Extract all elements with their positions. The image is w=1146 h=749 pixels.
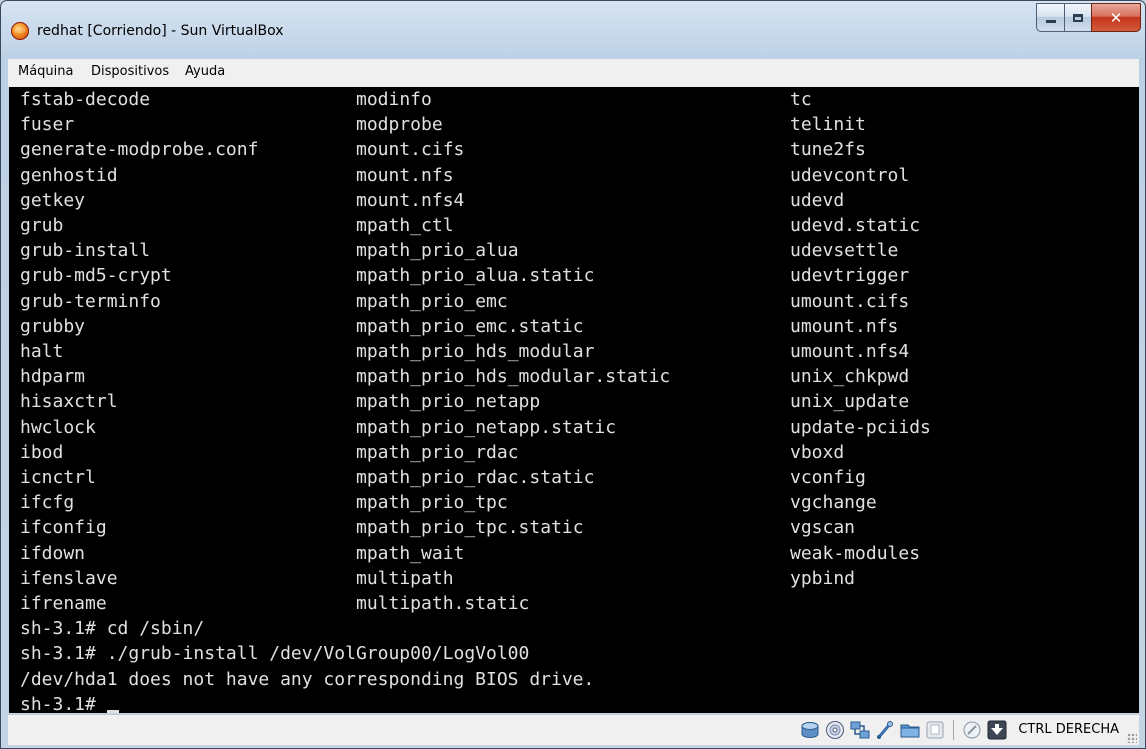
terminal-list-entry: ifdown <box>20 542 86 564</box>
terminal-list-entry: genhostid <box>20 164 118 186</box>
terminal-list-entry: vboxd <box>790 441 845 463</box>
status-separator <box>953 720 954 740</box>
menu-ayuda[interactable]: Ayuda <box>185 64 225 79</box>
terminal-list-entry: getkey <box>20 189 86 211</box>
terminal-list-entry: icnctrl <box>20 467 96 488</box>
terminal-list-entry: hwclock <box>20 416 96 438</box>
maximize-icon <box>1073 13 1083 22</box>
terminal-list-entry: multipath <box>356 567 454 589</box>
terminal-list-entry: multipath.static <box>356 593 530 614</box>
terminal-list-entry: tune2fs <box>790 139 866 161</box>
terminal-list-entry: mpath_prio_hds_modular.static <box>356 366 671 388</box>
terminal-list-entry: ifrename <box>20 593 107 614</box>
terminal-list-entry: mpath_prio_rdac <box>356 441 519 463</box>
terminal-list-entry: ifcfg <box>20 492 75 514</box>
terminal-list-entry: mpath_prio_emc.static <box>356 315 584 337</box>
terminal-list-entry: grub-terminfo <box>20 290 161 312</box>
terminal-list-entry: ibod <box>20 441 64 463</box>
terminal-list-entry: mpath_prio_tpc.static <box>356 517 584 539</box>
usb-icon[interactable] <box>875 720 895 740</box>
window-controls: ✕ <box>1036 3 1141 32</box>
terminal-list-entry: mpath_prio_alua <box>356 240 519 262</box>
hard-disk-icon[interactable] <box>800 720 820 740</box>
terminal-list-entry: mpath_prio_hds_modular <box>356 341 595 362</box>
terminal-output-line: sh-3.1# ./grub-install /dev/VolGroup00/L… <box>20 643 530 665</box>
network-icon[interactable] <box>850 720 870 740</box>
shared-folder-icon[interactable] <box>900 720 920 740</box>
terminal-list-entry: grubby <box>20 315 86 337</box>
host-key-arrow-icon[interactable] <box>987 720 1007 740</box>
terminal-list-entry: modinfo <box>356 89 432 110</box>
display-icon[interactable] <box>925 720 945 740</box>
terminal-list-entry: mount.cifs <box>356 139 465 161</box>
guest-console-screen[interactable]: fstab-decode fuser generate-modprobe.conf g… <box>9 87 1139 713</box>
terminal-list-entry: mpath_ctl <box>356 215 454 236</box>
terminal-list-entry: umount.cifs <box>790 290 910 312</box>
terminal-list-entry: umount.nfs4 <box>790 341 910 362</box>
close-button[interactable]: ✕ <box>1091 3 1141 32</box>
terminal-list-entry: udevd.static <box>790 215 921 236</box>
terminal-list-entry: fuser <box>20 114 75 136</box>
terminal-list-entry: vconfig <box>790 467 866 488</box>
terminal-list-entry: grub <box>20 215 64 236</box>
maximize-button[interactable] <box>1064 3 1091 32</box>
terminal-list-entry: mpath_prio_netapp <box>356 391 541 413</box>
terminal-list-entry: hisaxctrl <box>20 391 118 413</box>
terminal-list-entry: vgscan <box>790 517 856 539</box>
terminal-list-entry: mpath_prio_tpc <box>356 492 508 514</box>
virtualbox-app-icon <box>11 22 29 40</box>
terminal-list-entry: udevtrigger <box>790 265 910 287</box>
minimize-button[interactable] <box>1036 3 1064 32</box>
terminal-list-entry: mpath_prio_emc <box>356 290 508 312</box>
window-title: redhat [Corriendo] - Sun VirtualBox <box>37 23 284 39</box>
terminal-list-entry: tc <box>790 89 812 110</box>
terminal-list-entry: generate-modprobe.conf <box>20 139 259 161</box>
terminal-list-entry: mpath_wait <box>356 542 465 564</box>
terminal-list-entry: mount.nfs4 <box>356 189 465 211</box>
minimize-icon <box>1045 20 1056 23</box>
device-status-icons <box>800 720 1007 740</box>
terminal-list-entry: vgchange <box>790 492 877 514</box>
terminal-cursor <box>106 709 119 713</box>
terminal-list-entry: unix_update <box>790 391 910 413</box>
title-bar[interactable]: redhat [Corriendo] - Sun VirtualBox ✕ <box>1 1 1145 59</box>
menu-maquina[interactable]: Máquina <box>18 64 74 79</box>
terminal-list-entry: mpath_prio_alua.static <box>356 265 595 287</box>
terminal-list-entry: unix_chkpwd <box>790 366 910 388</box>
terminal-list-entry: halt <box>20 341 64 362</box>
virtualbox-window: redhat [Corriendo] - Sun VirtualBox ✕ Má… <box>0 0 1146 749</box>
status-bar: CTRL DERECHA <box>8 714 1139 745</box>
host-key-label: CTRL DERECHA <box>1018 722 1119 737</box>
terminal-output-line: /dev/hda1 does not have any correspondin… <box>20 668 595 690</box>
terminal-list-entry: umount.nfs <box>790 315 899 337</box>
terminal-list-entry: ifenslave <box>20 567 118 589</box>
terminal-list-entry: mount.nfs <box>356 164 454 186</box>
cd-dvd-icon[interactable] <box>825 720 845 740</box>
resize-grip-icon[interactable] <box>1127 733 1137 743</box>
menu-bar: Máquina Dispositivos Ayuda <box>8 59 1139 88</box>
terminal-list-entry: ifconfig <box>20 517 107 539</box>
close-icon: ✕ <box>1109 8 1123 27</box>
terminal-list-entry: hdparm <box>20 366 86 388</box>
terminal-prompt-line: sh-3.1# <box>20 692 119 713</box>
terminal-list-entry: ypbind <box>790 567 856 589</box>
terminal-list-entry: mpath_prio_netapp.static <box>356 416 617 438</box>
terminal-list-entry: udevd <box>790 189 845 211</box>
terminal-list-entry: weak-modules <box>790 542 921 564</box>
terminal-list-entry: grub-install <box>20 240 151 262</box>
terminal-list-entry: udevsettle <box>790 240 899 262</box>
terminal-list-entry: fstab-decode <box>20 89 151 110</box>
terminal-list-entry: modprobe <box>356 114 443 136</box>
terminal-list-entry: mpath_prio_rdac.static <box>356 467 595 488</box>
menu-dispositivos[interactable]: Dispositivos <box>91 64 169 79</box>
terminal-list-entry: telinit <box>790 114 866 136</box>
mouse-integration-icon[interactable] <box>962 720 982 740</box>
terminal-list-entry: udevcontrol <box>790 164 910 186</box>
terminal-output-line: sh-3.1# cd /sbin/ <box>20 618 205 640</box>
terminal-list-entry: grub-md5-crypt <box>20 265 172 287</box>
terminal-list-entry: update-pciids <box>790 416 931 438</box>
